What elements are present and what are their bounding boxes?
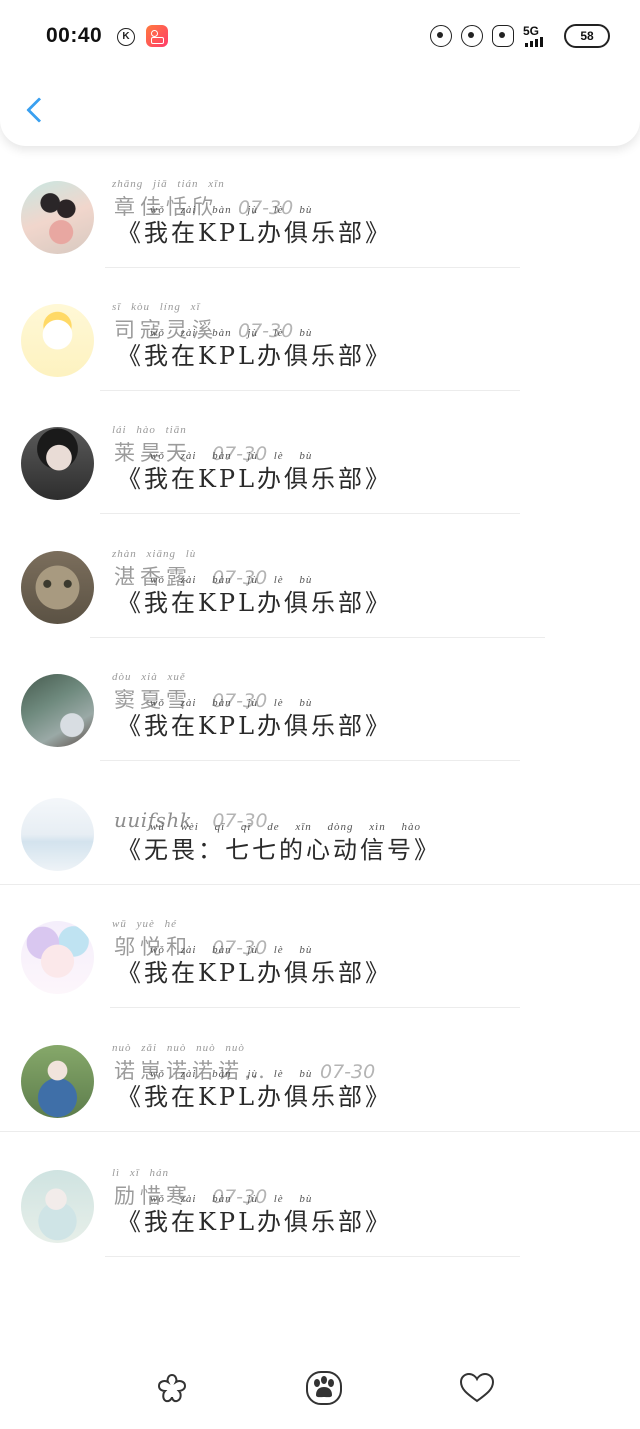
back-button[interactable] [20,90,50,130]
avatar[interactable] [21,427,94,500]
bottom-tab-bar [0,1346,640,1429]
avatar[interactable] [21,304,94,377]
heart-icon [459,1372,495,1403]
tab-paw[interactable] [304,1370,344,1406]
avatar[interactable] [21,1045,94,1118]
avatar[interactable] [21,1170,94,1243]
post-title[interactable]: 《我在KPL办俱乐部》 [117,459,392,494]
flower-icon [157,1373,187,1403]
post-title[interactable]: 《无畏：七七的心动信号》 [117,830,441,865]
status-icons: 5G 58 [430,24,610,48]
list-item[interactable]: zhàn xiāng lù 湛香露 07-30 wǒ zài bàn jù lè bù… [0,523,640,646]
post-title[interactable]: 《我在KPL办俱乐部》 [117,1202,392,1237]
k-icon: K [117,28,135,46]
app-notification-icon [146,25,168,47]
pet-icon [461,25,483,47]
name-pinyin: dòu xià xuě [112,671,186,683]
avatar[interactable] [21,181,94,254]
name-pinyin: wū yuè hé [112,918,177,930]
name-pinyin: sī kòu líng xī [112,301,201,313]
list-item[interactable]: lái hào tiān 莱昊天 07-30 wǒ zài bàn jù lè bù 《… [0,399,640,522]
list-item[interactable]: sī kòu líng xī 司寇灵溪 07-30 wǒ zài bàn jù lè … [0,276,640,399]
list-item[interactable]: nuò zǎi nuò nuò nuò 诺崽诺诺诺… 07-30 wǒ zài bàn… [0,1017,640,1140]
nav-header [0,74,640,146]
post-title[interactable]: 《我在KPL办俱乐部》 [117,1077,392,1112]
cloud-icon [430,25,452,47]
list-item[interactable]: dòu xià xuě 窦夏雪 07-30 wǒ zài bàn jù lè bù 《我… [0,646,640,769]
row-divider [100,390,520,391]
avatar[interactable] [21,798,94,871]
post-title[interactable]: 《我在KPL办俱乐部》 [117,583,392,618]
paw-icon [306,1371,342,1405]
post-title[interactable]: 《我在KPL办俱乐部》 [117,213,392,248]
row-divider [0,1131,640,1132]
list-item[interactable]: wū yuè hé 邬悦和 07-30 wǒ zài bàn jù lè bù 《我在K… [0,893,640,1016]
list-item[interactable]: zhāng jiā tián xīn 章佳恬欣 07-30 wǒ zài bàn jù… [0,153,640,276]
name-pinyin: lái hào tiān [112,424,187,436]
clock: 00:40 [46,24,103,47]
row-divider [100,760,520,761]
post-title[interactable]: 《我在KPL办俱乐部》 [117,706,392,741]
name-pinyin: lì xī hán [112,1167,170,1179]
network-type: 5G [523,24,540,38]
cat-icon [492,25,514,47]
battery-indicator: 58 [564,24,610,48]
name-pinyin: zhāng jiā tián xīn [112,178,225,190]
post-title[interactable]: 《我在KPL办俱乐部》 [117,336,392,371]
name-pinyin: nuò zǎi nuò nuò nuò [112,1042,245,1054]
avatar[interactable] [21,921,94,994]
row-divider [90,637,545,638]
signal-icon: 5G [523,25,555,47]
tab-flower[interactable] [152,1370,192,1406]
avatar[interactable] [21,674,94,747]
list-item[interactable]: lì xī hán 励惜寒 07-30 wǒ zài bàn jù lè bù 《我在K… [0,1142,640,1265]
post-title[interactable]: 《我在KPL办俱乐部》 [117,953,392,988]
avatar[interactable] [21,551,94,624]
row-divider [110,1007,520,1008]
tab-heart[interactable] [457,1370,497,1406]
row-divider [0,884,640,885]
row-divider [105,1256,520,1257]
row-divider [105,267,520,268]
row-divider [100,513,520,514]
list-item[interactable]: uuifshk 07-30 wú wèi qī qī de xīn dòng xìn… [0,770,640,893]
status-bar: 00:40 K 5G 58 [0,0,640,74]
name-pinyin: zhàn xiāng lù [112,548,197,560]
